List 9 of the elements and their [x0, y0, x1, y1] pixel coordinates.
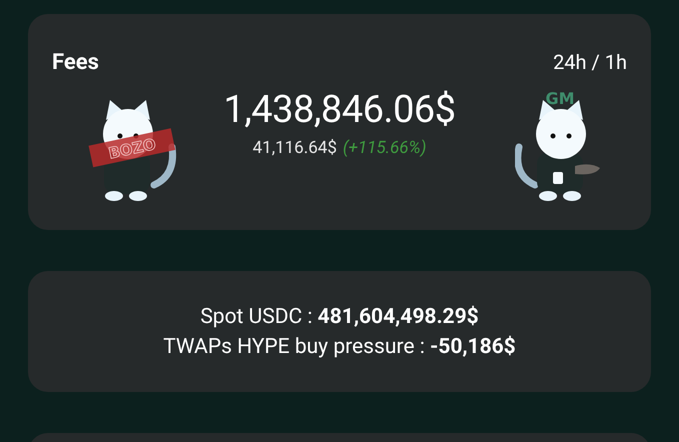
stat-line: Spot USDC : 481,604,498.29$: [200, 304, 479, 328]
card-title: Fees: [52, 50, 100, 75]
stamp-label: BOZO: [88, 128, 176, 168]
change-percent: (+115.66%): [342, 138, 426, 158]
cat-caption: GM: [545, 90, 575, 108]
stat-line: TWAPs HYPE buy pressure : -50,186$: [163, 334, 516, 358]
period-label: 24h / 1h: [553, 50, 627, 74]
total-fees: 1,438,846.06$: [223, 88, 456, 132]
hourly-fees: 41,116.64$: [252, 138, 337, 158]
